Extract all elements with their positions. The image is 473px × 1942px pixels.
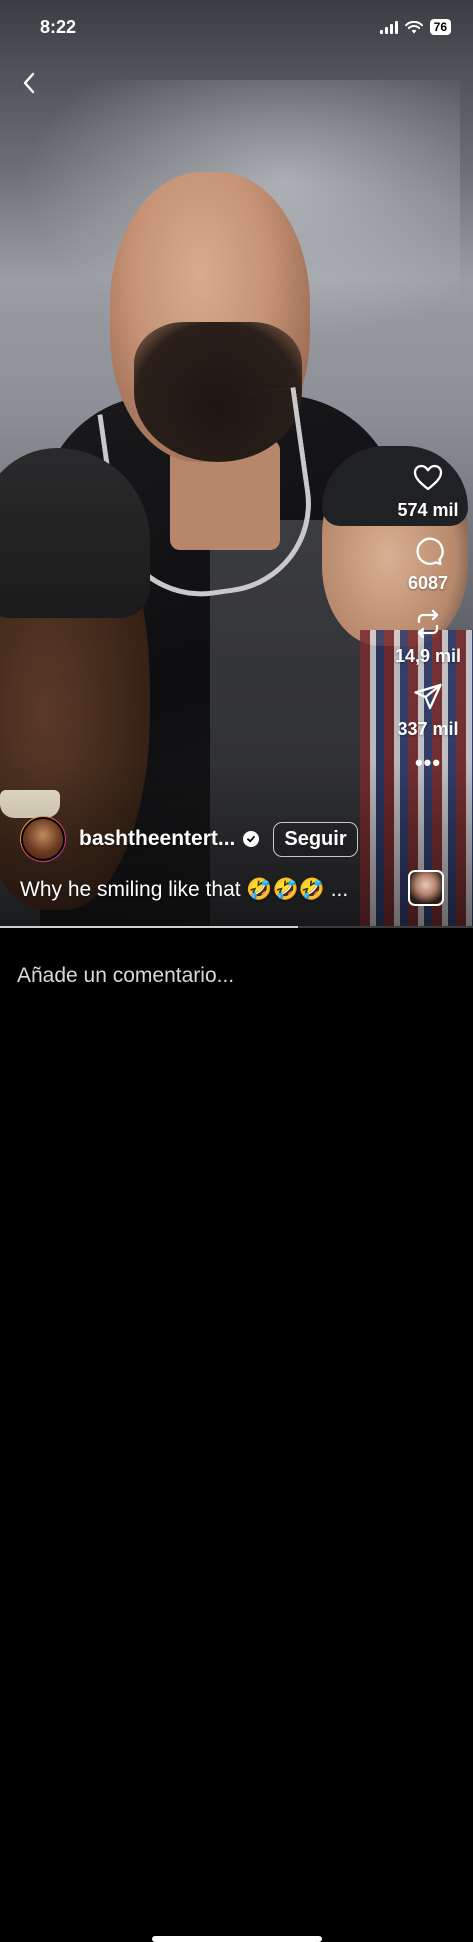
repost-icon: [417, 609, 439, 639]
reel-caption[interactable]: Why he smiling like that 🤣🤣🤣 ...: [20, 878, 348, 902]
like-button[interactable]: 574 mil: [397, 462, 459, 521]
like-count: 574 mil: [397, 500, 459, 520]
status-time: 8:22: [40, 17, 77, 37]
back-icon: [23, 72, 35, 94]
author-avatar[interactable]: [20, 816, 66, 862]
author-username[interactable]: bashtheentert...: [79, 827, 235, 851]
cellular-signal-icon: [379, 20, 398, 34]
repost-button[interactable]: 14,9 mil: [395, 608, 461, 667]
comment-icon: [416, 537, 444, 566]
audio-thumbnail[interactable]: [408, 870, 444, 906]
more-options-button[interactable]: •••: [415, 750, 441, 776]
share-count: 337 mil: [397, 719, 459, 739]
repost-count: 14,9 mil: [394, 646, 462, 666]
wifi-icon: [404, 20, 423, 33]
battery-indicator: 76: [429, 19, 451, 35]
back-button[interactable]: [14, 68, 44, 98]
home-indicator: [152, 1936, 322, 1942]
author-avatar-image: [21, 817, 65, 861]
comment-bar: Añade un comentario...: [0, 928, 473, 1942]
comment-count: 6087: [407, 573, 449, 593]
status-icons: 76: [379, 19, 451, 35]
comment-input[interactable]: Añade un comentario...: [17, 964, 234, 988]
heart-icon: [413, 464, 443, 491]
follow-button[interactable]: Seguir: [273, 821, 358, 857]
comment-button[interactable]: 6087: [408, 535, 448, 594]
share-button[interactable]: 337 mil: [397, 681, 459, 740]
verified-icon: [243, 831, 260, 847]
author-row: bashtheentert... Seguir: [20, 816, 358, 862]
reel-actions: 574 mil 6087 14,9 mil 337 mil •••: [383, 462, 473, 776]
share-icon: [414, 683, 442, 710]
more-icon: •••: [414, 750, 442, 775]
